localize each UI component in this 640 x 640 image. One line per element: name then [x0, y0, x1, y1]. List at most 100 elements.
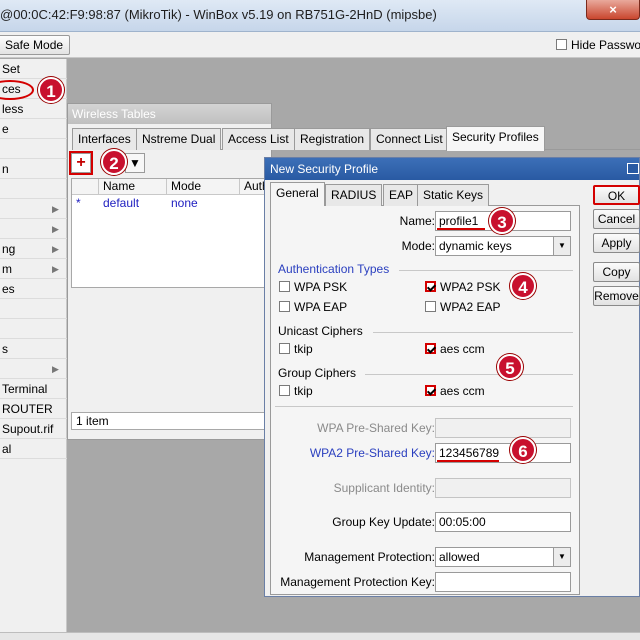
- sidebar-item-router[interactable]: ROUTER: [0, 399, 67, 419]
- sidebar-item-label: Set: [2, 62, 21, 76]
- wpa2-psk-checkbox[interactable]: WPA2 PSK: [425, 280, 500, 294]
- tab-eap[interactable]: EAP: [383, 184, 420, 206]
- sidebar-item[interactable]: [0, 319, 67, 339]
- column-header-mode[interactable]: Mode: [167, 179, 240, 195]
- mode-value: dynamic keys: [439, 239, 512, 253]
- copy-button[interactable]: Copy: [593, 262, 640, 282]
- sidebar-item[interactable]: [0, 299, 67, 319]
- checked-checkbox-icon: [425, 343, 436, 354]
- sidebar-item[interactable]: [0, 139, 67, 159]
- sidebar-item-supout[interactable]: Supout.rif: [0, 419, 67, 439]
- tkip-label: tkip: [294, 342, 313, 356]
- window-titlebar: @00:0C:42:F9:98:87 (MikroTik) - WinBox v…: [0, 0, 640, 32]
- group-ciphers-label: Group Ciphers: [278, 366, 357, 380]
- sidebar-item[interactable]: e: [0, 119, 67, 139]
- cancel-button[interactable]: Cancel: [593, 209, 640, 229]
- sidebar-item-label: ng: [2, 242, 16, 256]
- column-header-name[interactable]: Name: [99, 179, 167, 195]
- wireless-tables-title: Wireless Tables: [68, 104, 271, 124]
- sidebar-item-manual[interactable]: al: [0, 439, 67, 459]
- mgmt-protection-select[interactable]: allowed ▼: [435, 547, 571, 567]
- tab-general[interactable]: General: [270, 182, 325, 207]
- group-aes-ccm-checkbox[interactable]: aes ccm: [425, 384, 485, 398]
- wpa-eap-label: WPA EAP: [294, 300, 348, 314]
- unicast-aes-ccm-checkbox[interactable]: aes ccm: [425, 342, 485, 356]
- wpa-key-input[interactable]: [435, 418, 571, 438]
- divider: [365, 374, 573, 375]
- window-close-button[interactable]: ×: [586, 0, 640, 20]
- mode-select[interactable]: dynamic keys ▼: [435, 236, 571, 256]
- sidebar-item-label: [0, 142, 2, 156]
- sidebar-item-wireless[interactable]: less: [0, 99, 67, 119]
- wireless-tables-window: Wireless Tables Interfaces Nstreme Dual …: [67, 103, 640, 440]
- sidebar-item-new-terminal[interactable]: Terminal: [0, 379, 67, 399]
- tab-registration[interactable]: Registration: [294, 128, 371, 150]
- tab-access-list[interactable]: Access List: [222, 128, 295, 150]
- remove-button[interactable]: Remove: [593, 286, 640, 306]
- apply-button[interactable]: Apply: [593, 233, 640, 253]
- sidebar-item[interactable]: ng ▶: [0, 239, 67, 259]
- sidebar-item-label: n: [2, 162, 9, 176]
- mgmt-protection-label: Management Protection:: [304, 550, 435, 564]
- column-header-marker: [72, 179, 99, 195]
- name-underline: [437, 228, 485, 230]
- sidebar-item[interactable]: Set: [0, 59, 67, 79]
- supplicant-input[interactable]: [435, 478, 571, 498]
- checked-checkbox-icon: [425, 385, 436, 396]
- hide-passwords-label: Hide Passwo: [571, 38, 640, 52]
- safe-mode-button[interactable]: Safe Mode: [0, 35, 71, 55]
- group-tkip-checkbox[interactable]: tkip: [279, 384, 313, 398]
- tab-static-keys[interactable]: Static Keys: [417, 184, 490, 206]
- tab-nstreme-dual[interactable]: Nstreme Dual: [136, 128, 222, 150]
- dropdown-arrow-icon: ▼: [553, 548, 570, 566]
- sidebar-item-label: s: [2, 342, 8, 356]
- checked-checkbox-icon: [425, 281, 436, 292]
- supplicant-label: Supplicant Identity:: [333, 481, 435, 495]
- maximize-icon[interactable]: [627, 163, 639, 174]
- mgmt-key-input[interactable]: [435, 572, 571, 592]
- checkbox-icon: [279, 301, 290, 312]
- ok-button[interactable]: OK: [593, 185, 640, 205]
- status-bar: [0, 632, 640, 640]
- filter-icon[interactable]: ▼: [125, 153, 145, 173]
- sidebar-item[interactable]: m ▶: [0, 259, 67, 279]
- sidebar-item-label: [0, 182, 2, 196]
- wpa-psk-checkbox[interactable]: WPA PSK: [279, 280, 347, 294]
- mode-label: Mode:: [401, 239, 435, 253]
- step-badge-6: 6: [510, 437, 536, 463]
- group-key-update-input[interactable]: 00:05:00: [435, 512, 571, 532]
- submenu-arrow-icon: ▶: [52, 204, 59, 214]
- hide-passwords-checkbox[interactable]: Hide Passwo: [556, 38, 640, 52]
- sidebar-item-label: Supout.rif: [2, 422, 54, 436]
- dropdown-arrow-icon: ▼: [553, 237, 570, 255]
- sidebar-item-label: e: [2, 122, 9, 136]
- sidebar-item[interactable]: ▶: [0, 359, 67, 379]
- row-marker: *: [76, 196, 81, 210]
- sidebar-item[interactable]: ▶: [0, 219, 67, 239]
- sidebar-item-label: ROUTER: [2, 402, 53, 416]
- sidebar-item[interactable]: s: [0, 339, 67, 359]
- row-mode: none: [171, 196, 198, 210]
- item-count: 1 item: [71, 412, 269, 430]
- wpa2-eap-checkbox[interactable]: WPA2 EAP: [425, 300, 500, 314]
- unicast-tkip-checkbox[interactable]: tkip: [279, 342, 313, 356]
- tab-interfaces[interactable]: Interfaces: [72, 128, 137, 150]
- submenu-arrow-icon: ▶: [52, 224, 59, 234]
- checkbox-icon: [425, 301, 436, 312]
- sidebar-item[interactable]: [0, 179, 67, 199]
- wpa-eap-checkbox[interactable]: WPA EAP: [279, 300, 347, 314]
- sidebar-item-label: [0, 302, 2, 316]
- tab-radius[interactable]: RADIUS: [325, 184, 383, 206]
- new-security-profile-dialog: New Security Profile General RADIUS EAP …: [264, 157, 640, 597]
- tab-security-profiles[interactable]: Security Profiles: [446, 126, 545, 151]
- tab-connect-list[interactable]: Connect List: [370, 128, 449, 150]
- aes-ccm-label: aes ccm: [440, 384, 485, 398]
- sidebar-item[interactable]: es: [0, 279, 67, 299]
- wpa2-key-underline: [437, 460, 499, 462]
- step-badge-4: 4: [510, 273, 536, 299]
- step-badge-2: 2: [101, 149, 127, 175]
- wpa-key-label: WPA Pre-Shared Key:: [317, 421, 435, 435]
- sidebar-item[interactable]: ▶: [0, 199, 67, 219]
- auth-types-label: Authentication Types: [278, 262, 390, 276]
- sidebar-item[interactable]: n: [0, 159, 67, 179]
